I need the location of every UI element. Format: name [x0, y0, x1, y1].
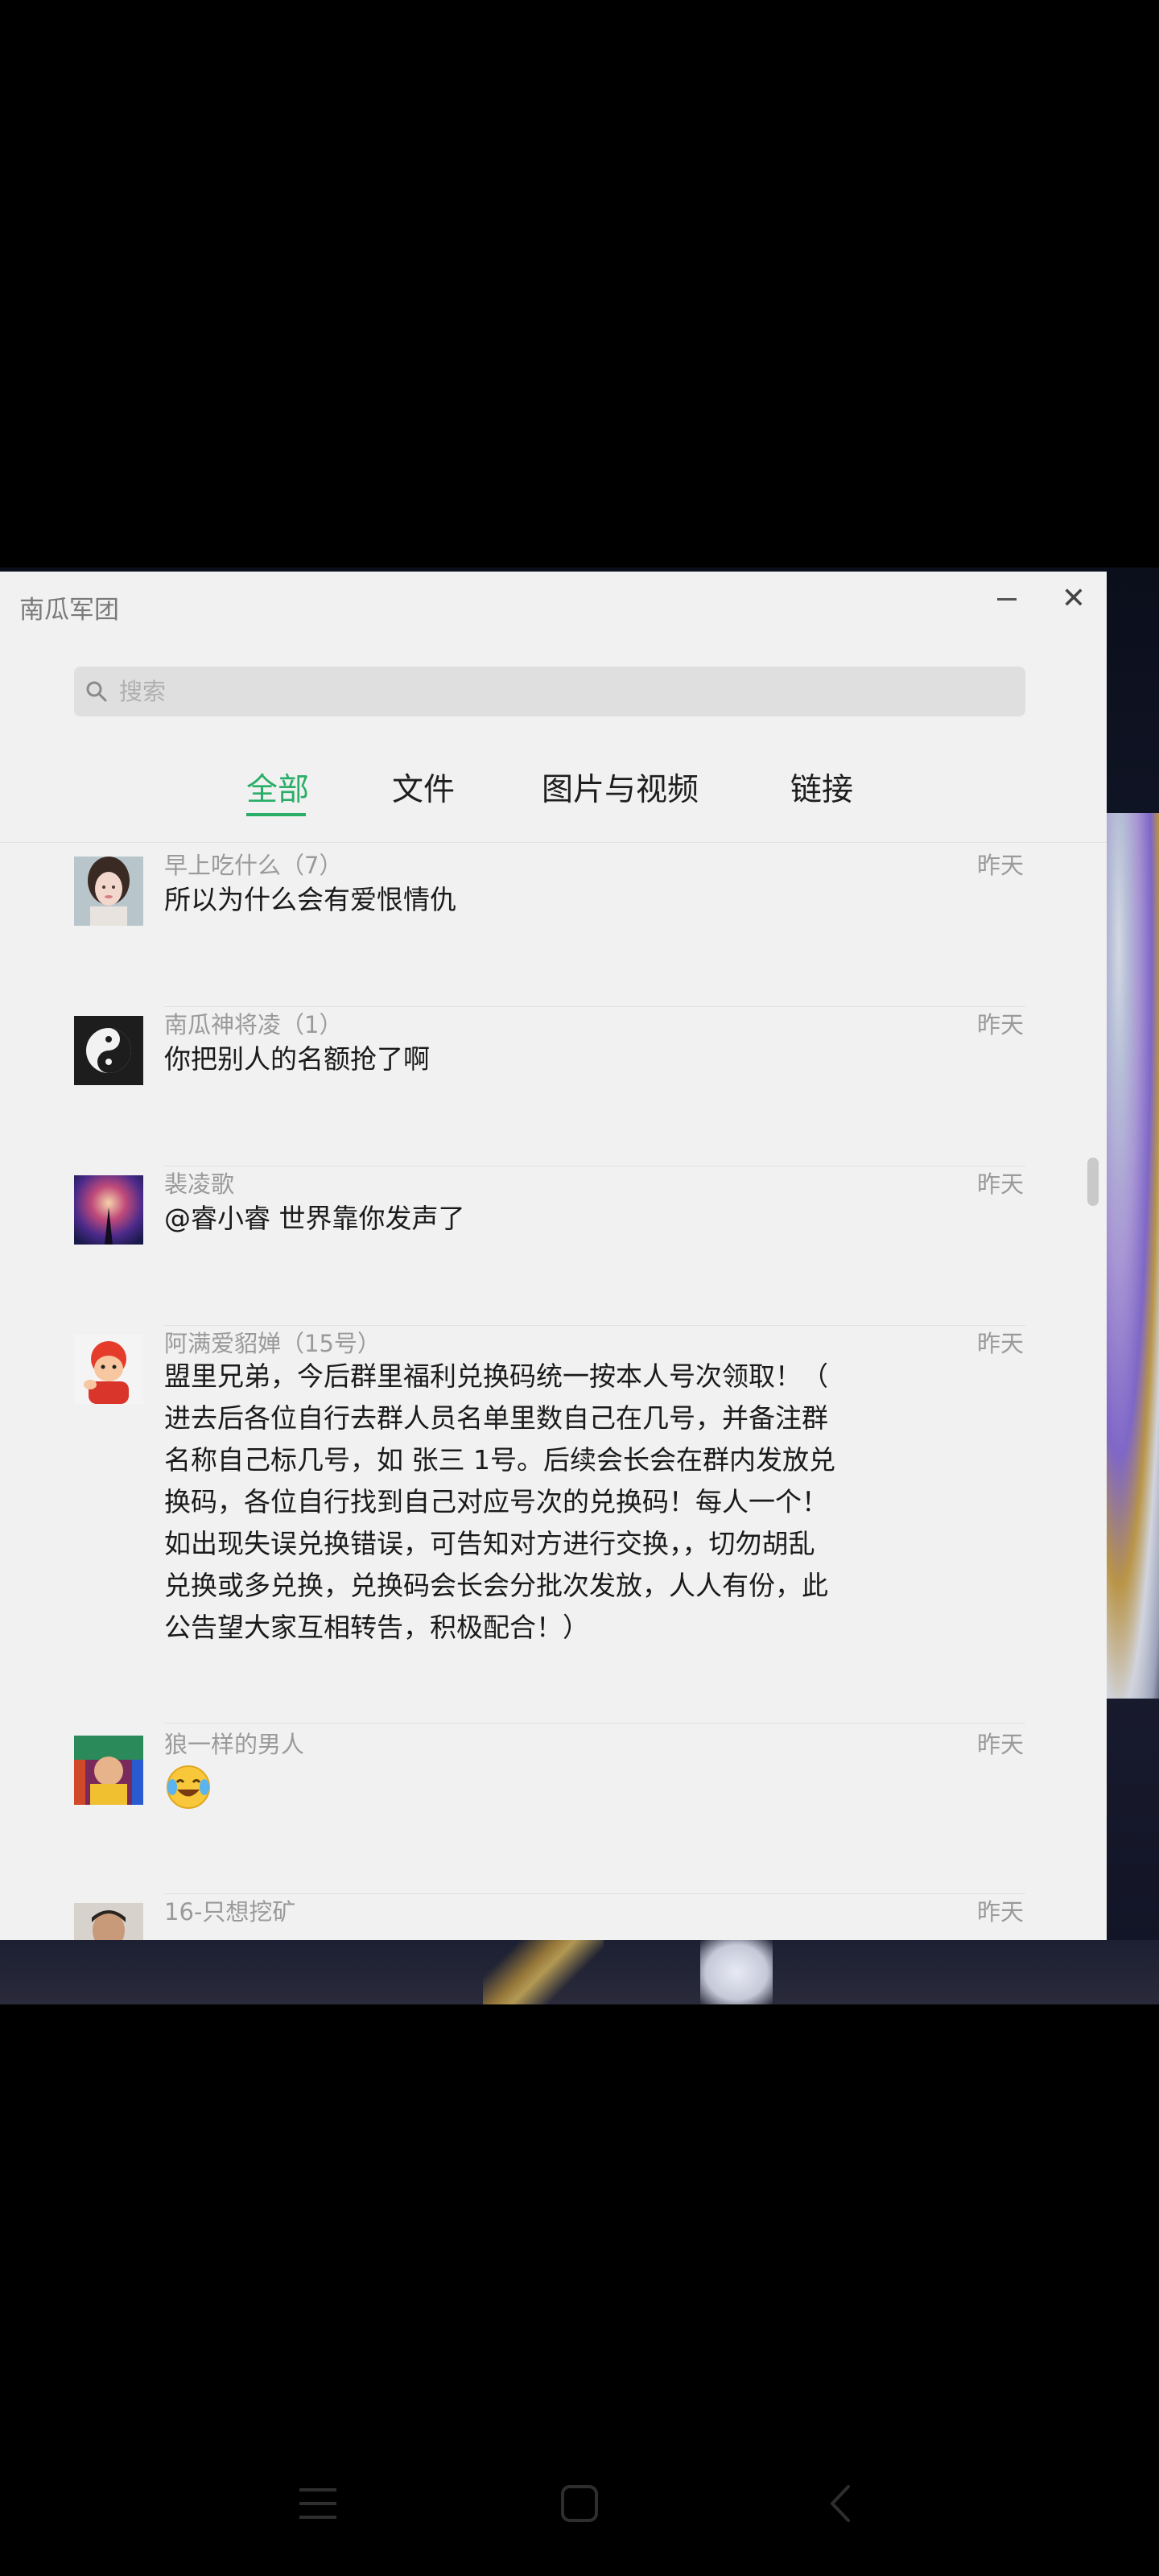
- message-time: 昨天: [977, 852, 1025, 879]
- sender-name: 早上吃什么（7）: [164, 852, 343, 879]
- menu-icon: [299, 2488, 336, 2519]
- yin-yang-avatar-icon: [74, 1016, 143, 1085]
- message-text: @睿小睿 世界靠你发声了: [164, 1203, 465, 1234]
- girl-avatar-icon: [74, 857, 143, 926]
- window-title: 南瓜军团: [19, 596, 119, 625]
- tab-links[interactable]: 链接: [790, 765, 853, 810]
- laughing-tears-emoji-icon: [164, 1763, 212, 1811]
- message-time: 昨天: [977, 1170, 1025, 1198]
- message-item[interactable]: 狼一样的男人 昨天: [0, 1726, 1107, 1895]
- game-weapon-decoration: [483, 1940, 604, 2004]
- tab-images-videos[interactable]: 图片与视频: [542, 765, 699, 810]
- tab-files[interactable]: 文件: [392, 765, 455, 810]
- avatar[interactable]: [74, 1175, 143, 1245]
- message-item[interactable]: 裴凌歌 昨天 @睿小睿 世界靠你发声了: [0, 1166, 1107, 1327]
- minimize-icon: [997, 598, 1017, 601]
- sender-name: 阿满爱貂婵（15号）: [164, 1330, 381, 1357]
- scrollbar-thumb[interactable]: [1087, 1158, 1099, 1206]
- sender-name: 狼一样的男人: [164, 1731, 305, 1758]
- message-time: 昨天: [977, 1330, 1025, 1357]
- sender-name: 16-只想挖矿: [164, 1898, 296, 1926]
- screen: 南瓜军团 ✕ 全部 文件 图片与视频 链接: [0, 0, 1159, 2576]
- man-avatar-icon: [74, 1903, 143, 1940]
- home-button[interactable]: [559, 2483, 600, 2527]
- sender-name: 裴凌歌: [164, 1170, 235, 1198]
- back-icon: [831, 2485, 850, 2522]
- message-text: 所以为什么会有爱恨情仇: [164, 884, 456, 915]
- message-item[interactable]: 16-只想挖矿 昨天: [0, 1893, 1107, 1940]
- menu-button[interactable]: [298, 2483, 338, 2527]
- message-text: 你把别人的名额抢了啊: [164, 1043, 430, 1075]
- avatar[interactable]: [74, 857, 143, 926]
- message-text: 盟里兄弟，今后群里福利兑换码统一按本人号次领取！（ 进去后各位自行去群人员名单里…: [164, 1360, 835, 1643]
- close-button[interactable]: ✕: [1059, 584, 1088, 613]
- minimize-button[interactable]: [995, 589, 1019, 613]
- message-time: 昨天: [977, 1011, 1025, 1038]
- cartoon-avatar-icon: [74, 1335, 143, 1404]
- message-item[interactable]: 早上吃什么（7） 昨天 所以为什么会有爱恨情仇: [0, 847, 1107, 1008]
- close-icon: ✕: [1061, 582, 1087, 615]
- galaxy-avatar-icon: [74, 1175, 143, 1245]
- chat-history-window: 南瓜军团 ✕ 全部 文件 图片与视频 链接: [0, 572, 1107, 1940]
- message-divider: [164, 1723, 1025, 1724]
- avatar[interactable]: [74, 1736, 143, 1805]
- home-icon: [561, 2485, 598, 2522]
- tab-all[interactable]: 全部: [246, 765, 309, 810]
- message-item[interactable]: 阿满爱貂婵（15号） 昨天 盟里兄弟，今后群里福利兑换码统一按本人号次领取！（ …: [0, 1325, 1107, 1728]
- message-time: 昨天: [977, 1731, 1025, 1758]
- message-time: 昨天: [977, 1898, 1025, 1926]
- avatar[interactable]: [74, 1335, 143, 1404]
- back-button[interactable]: [821, 2483, 861, 2527]
- message-item[interactable]: 南瓜神将凌（1） 昨天 你把别人的名额抢了啊: [0, 1006, 1107, 1167]
- avatar[interactable]: [74, 1903, 143, 1940]
- colorful-avatar-icon: [74, 1736, 143, 1805]
- active-tab-indicator: [246, 813, 306, 816]
- search-bar[interactable]: [74, 667, 1025, 716]
- header-divider: [0, 842, 1107, 843]
- filter-tabs: 全部 文件 图片与视频 链接: [0, 765, 1107, 821]
- game-character-feet: [700, 1940, 773, 2004]
- avatar[interactable]: [74, 1016, 143, 1085]
- search-icon: [85, 680, 118, 703]
- sender-name: 南瓜神将凌（1）: [164, 1011, 343, 1038]
- search-input[interactable]: [118, 677, 1006, 706]
